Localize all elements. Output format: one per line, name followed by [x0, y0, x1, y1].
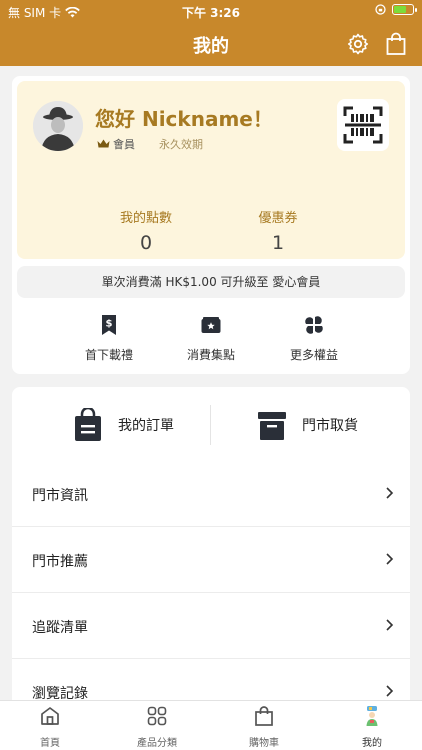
tab-bar: 首頁 產品分類 購物車 我的	[0, 700, 422, 750]
perk-label: 消費集點	[186, 348, 235, 362]
dollar-bookmark-icon: $	[102, 315, 116, 335]
tab-home[interactable]: 首頁	[0, 705, 100, 749]
shopping-bag-icon[interactable]	[384, 32, 408, 56]
menu-item-store-recommend[interactable]: 門市推薦	[12, 527, 410, 593]
chevron-right-icon	[386, 685, 394, 697]
status-right	[375, 4, 417, 15]
tab-cart[interactable]: 購物車	[214, 705, 314, 749]
star-card-icon	[201, 317, 221, 333]
barcode-scan-icon	[343, 106, 383, 144]
my-orders-button[interactable]: 我的訂單	[72, 405, 174, 445]
orders-row: 我的訂單 門市取貨	[12, 387, 410, 461]
perk-first-download[interactable]: $ 首下載禮	[59, 314, 159, 363]
greeting-text: 您好 Nickname！	[95, 107, 273, 131]
coupons-stat[interactable]: 優惠券 1	[218, 207, 338, 254]
coupons-value: 1	[271, 232, 285, 254]
member-tier-label: 會員	[113, 138, 135, 151]
points-value: 0	[139, 232, 153, 254]
tab-label: 我的	[362, 738, 382, 749]
status-time: 下午 3:26	[181, 6, 241, 20]
user-avatar-icon	[33, 101, 83, 151]
chevron-right-icon	[386, 487, 394, 499]
menu-item-label: 追蹤清單	[32, 620, 88, 636]
upgrade-banner[interactable]: 單次消費滿 HK$1.00 可升級至 愛心會員	[17, 266, 405, 298]
chevron-right-icon	[386, 553, 394, 565]
orientation-lock-icon	[375, 4, 386, 15]
member-tier: 會員	[97, 136, 135, 152]
avatar[interactable]	[33, 101, 83, 151]
member-card: 您好 Nickname！ 會員 永久效期 我的點數 0 優惠券 1	[17, 81, 405, 259]
pickup-box-icon	[258, 412, 286, 440]
tab-categories[interactable]: 產品分類	[107, 705, 207, 749]
points-stat[interactable]: 我的點數 0	[86, 207, 206, 254]
gear-icon[interactable]	[346, 32, 370, 56]
perk-label: 更多權益	[289, 348, 338, 362]
points-label: 我的點數	[119, 211, 172, 226]
clover-icon	[305, 316, 323, 334]
svg-text:$: $	[106, 319, 113, 330]
cart-bag-icon	[255, 706, 273, 726]
member-panel: 您好 Nickname！ 會員 永久效期 我的點數 0 優惠券 1 單次消費滿 …	[12, 76, 410, 374]
order-bag-icon	[75, 408, 101, 441]
perk-collect-points[interactable]: 消費集點	[161, 314, 261, 363]
perk-more-benefits[interactable]: 更多權益	[264, 314, 364, 363]
menu-item-store-info[interactable]: 門市資訊	[12, 461, 410, 527]
orders-divider	[210, 405, 211, 445]
menu-item-watchlist[interactable]: 追蹤清單	[12, 593, 410, 659]
tab-label: 產品分類	[137, 738, 177, 749]
my-orders-label: 我的訂單	[118, 418, 174, 434]
app-header: 無 SIM 卡 下午 3:26 我的	[0, 0, 422, 66]
member-badge-row: 會員 永久效期	[97, 136, 203, 152]
battery-icon	[392, 4, 417, 15]
menu-panel: 我的訂單 門市取貨 門市資訊 門市推薦 追蹤清單 瀏覽記錄	[12, 387, 410, 707]
perk-label: 首下載禮	[84, 348, 133, 362]
store-pickup-button[interactable]: 門市取貨	[256, 405, 358, 445]
profile-icon	[366, 706, 378, 726]
home-icon	[41, 707, 59, 725]
crown-icon	[97, 139, 110, 148]
menu-item-label: 門市推薦	[32, 554, 88, 570]
status-bar: 無 SIM 卡 下午 3:26	[0, 0, 422, 22]
tab-label: 購物車	[249, 738, 279, 749]
member-validity: 永久效期	[159, 138, 203, 151]
scan-code-button[interactable]	[337, 99, 389, 151]
chevron-right-icon	[386, 619, 394, 631]
coupons-label: 優惠券	[258, 211, 298, 226]
menu-item-label: 門市資訊	[32, 488, 88, 504]
store-pickup-label: 門市取貨	[302, 418, 358, 434]
grid-icon	[147, 706, 167, 726]
tab-profile[interactable]: 我的	[322, 705, 422, 749]
tab-label: 首頁	[40, 738, 60, 749]
